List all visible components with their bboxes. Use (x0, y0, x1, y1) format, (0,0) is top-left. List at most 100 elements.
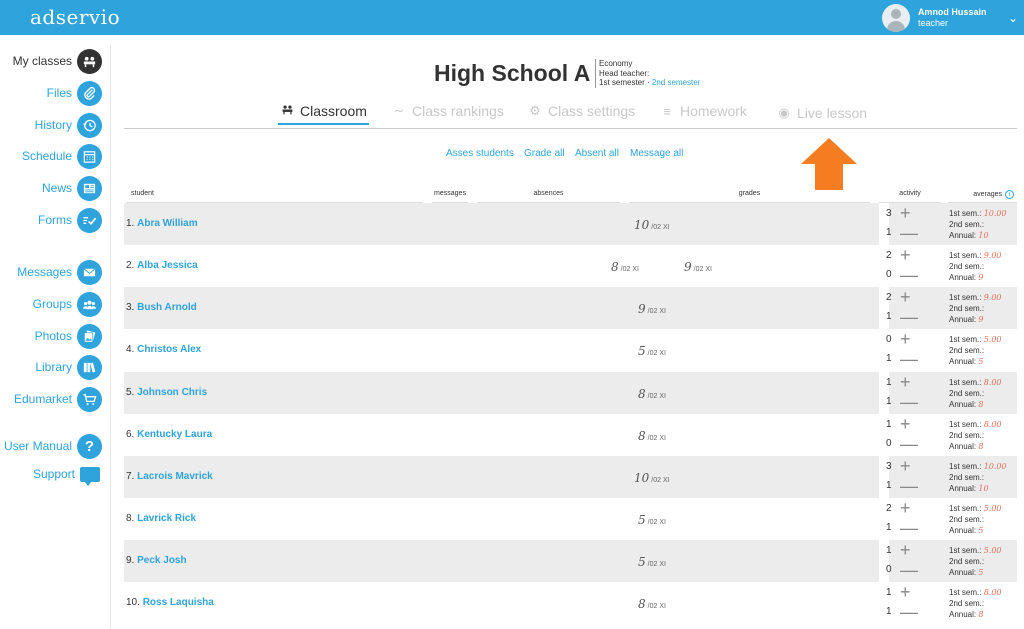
grade-entry[interactable]: 5/02 XI (638, 553, 666, 571)
activity-minus-button[interactable]: — (900, 435, 918, 453)
grade-date: /02 XI (651, 224, 670, 231)
grade-entry[interactable]: 8/02 XI (638, 385, 666, 403)
student-number: 9. (126, 555, 135, 567)
activity-plus-button[interactable]: + (900, 330, 911, 348)
tab-class-settings[interactable]: ⚙ Class settings (528, 103, 635, 119)
grade-entry[interactable]: 9/02 XI (684, 258, 712, 276)
avg-sem1: 8.00 (983, 588, 1002, 598)
student-name-link[interactable]: Peck Josh (137, 555, 186, 566)
grade-entry[interactable]: 8/02 XI (611, 258, 639, 276)
app-logo[interactable]: adservio (30, 5, 120, 29)
grade-value: 8 (638, 386, 646, 401)
message-all-link[interactable]: Message all (630, 148, 683, 159)
tab-class-rankings[interactable]: ∼ Class rankings (392, 103, 504, 119)
table-row: 3. Bush Arnold 9/02 XI 2 +1 — 1st sem.: 9.00 2… (124, 287, 1017, 330)
sidebar-item-news[interactable]: News (42, 175, 102, 201)
absent-all-link[interactable]: Absent all (575, 148, 619, 159)
sidebar-item-user-manual[interactable]: User Manual ? (4, 433, 102, 459)
grade-entry[interactable]: 5/02 XI (638, 511, 666, 529)
homework-icon: ≡ (663, 103, 671, 119)
activity-plus-button[interactable]: + (900, 373, 911, 391)
avg-sem1: 10.00 (983, 209, 1007, 218)
sidebar-item-edumarket[interactable]: Edumarket (14, 386, 102, 412)
activity-minus-button[interactable]: — (900, 266, 918, 284)
grade-entry[interactable]: 8/02 XI (638, 595, 666, 613)
activity-plus-button[interactable]: + (900, 415, 911, 433)
activity-minus-button[interactable]: — (900, 477, 918, 495)
student-name-link[interactable]: Kentucky Laura (137, 429, 212, 440)
sidebar-item-label: Schedule (21, 149, 72, 163)
sidebar-item-groups[interactable]: Groups (33, 291, 102, 317)
student-name-link[interactable]: Lavrick Rick (137, 513, 196, 524)
avg-label-sem1: 1st sem.: (949, 588, 982, 598)
grade-value: 10 (634, 470, 650, 485)
activity-minus-count: 1 (886, 606, 892, 618)
grade-entry[interactable]: 8/02 XI (638, 427, 666, 445)
table-row: 4. Christos Alex 5/02 XI 0 +1 — 1st sem.: 5.0… (124, 329, 1017, 372)
sidebar-item-messages[interactable]: Messages (17, 259, 102, 285)
student-name-link[interactable]: Alba Jessica (137, 260, 198, 271)
activity-minus-button[interactable]: — (900, 308, 918, 326)
student-name-link[interactable]: Lacrois Mavrick (137, 471, 213, 482)
sidebar-item-library[interactable]: Library (35, 354, 102, 380)
activity-minus-button[interactable]: — (900, 224, 918, 242)
sidebar-item-label: Forms (38, 213, 72, 227)
activity-plus-button[interactable]: + (900, 541, 911, 559)
averages-cell: 1st sem.: 10.00 2nd sem.: Annual: 10 (949, 461, 1007, 494)
student-name-link[interactable]: Bush Arnold (137, 302, 197, 313)
asses-students-link[interactable]: Asses students (446, 148, 514, 159)
activity-minus-button[interactable]: — (900, 561, 918, 579)
activity-plus-button[interactable]: + (900, 204, 911, 222)
activity-minus-button[interactable]: — (900, 393, 918, 411)
grade-value: 8 (638, 597, 646, 612)
sidebar-item-my-classes[interactable]: My classes (13, 48, 102, 74)
tab-live-lesson[interactable]: ◉ Live lesson (777, 105, 867, 121)
activity-plus-button[interactable]: + (900, 457, 911, 475)
avg-sem1: 10.00 (983, 461, 1007, 471)
sidebar-item-history[interactable]: History (35, 112, 102, 138)
avg-label-sem2: 2nd sem.: (949, 346, 985, 356)
activity-plus-button[interactable]: + (900, 583, 911, 601)
tab-classroom[interactable]: Classroom (278, 103, 369, 125)
activity-plus-button[interactable]: + (900, 499, 911, 517)
sidebar-item-files[interactable]: Files (47, 80, 102, 106)
info-icon[interactable]: i (1005, 190, 1014, 199)
student-name-link[interactable]: Abra William (137, 218, 197, 229)
semester-2-link[interactable]: 2nd semester (652, 78, 700, 87)
user-menu[interactable]: Amnod Hussain teacher ⌄ (881, 3, 1018, 33)
activity-minus-button[interactable]: — (900, 350, 918, 368)
student-name-link[interactable]: Johnson Chris (137, 387, 207, 398)
activity-minus-button[interactable]: — (900, 519, 918, 537)
grade-date: /02 XI (647, 519, 666, 527)
avg-annual: 5 (978, 568, 984, 578)
sidebar-item-label: Groups (32, 297, 72, 311)
activity-plus-button[interactable]: + (900, 246, 911, 264)
activity-plus-count: 1 (886, 587, 892, 599)
semester-1-link[interactable]: 1st semester (599, 78, 645, 87)
chevron-down-icon[interactable]: ⌄ (1008, 11, 1018, 25)
activity-minus-button[interactable]: — (900, 603, 918, 621)
grade-entry[interactable]: 10/02 XI (634, 216, 670, 234)
student-name-link[interactable]: Christos Alex (137, 344, 201, 355)
sidebar-item-forms[interactable]: Forms (38, 207, 102, 233)
activity-minus-count: 1 (886, 311, 892, 323)
avatar[interactable] (881, 4, 910, 32)
sidebar-item-schedule[interactable]: Schedule (22, 143, 102, 169)
activity-plus-button[interactable]: + (900, 288, 911, 306)
sidebar-item-photos[interactable]: Photos (35, 323, 102, 349)
avg-label-annual: Annual: (949, 315, 977, 325)
avg-sem1: 5.00 (983, 335, 1002, 345)
grade-entry[interactable]: 9/02 XI (638, 300, 666, 318)
tab-homework[interactable]: ≡ Homework (660, 103, 747, 119)
grade-all-link[interactable]: Grade all (524, 148, 565, 159)
sidebar-item-support[interactable]: Support (33, 461, 102, 487)
student-number: 10. (126, 597, 140, 609)
grade-entry[interactable]: 10/02 XI (634, 469, 670, 487)
student-number: 5. (126, 386, 135, 398)
sidebar-item-label: Files (46, 86, 72, 100)
tab-label: Homework (680, 103, 747, 119)
avg-label-annual: Annual: (949, 357, 977, 367)
avg-sem1: 8.00 (983, 419, 1002, 429)
student-name-link[interactable]: Ross Laquisha (143, 597, 214, 608)
grade-entry[interactable]: 5/02 XI (638, 342, 666, 360)
